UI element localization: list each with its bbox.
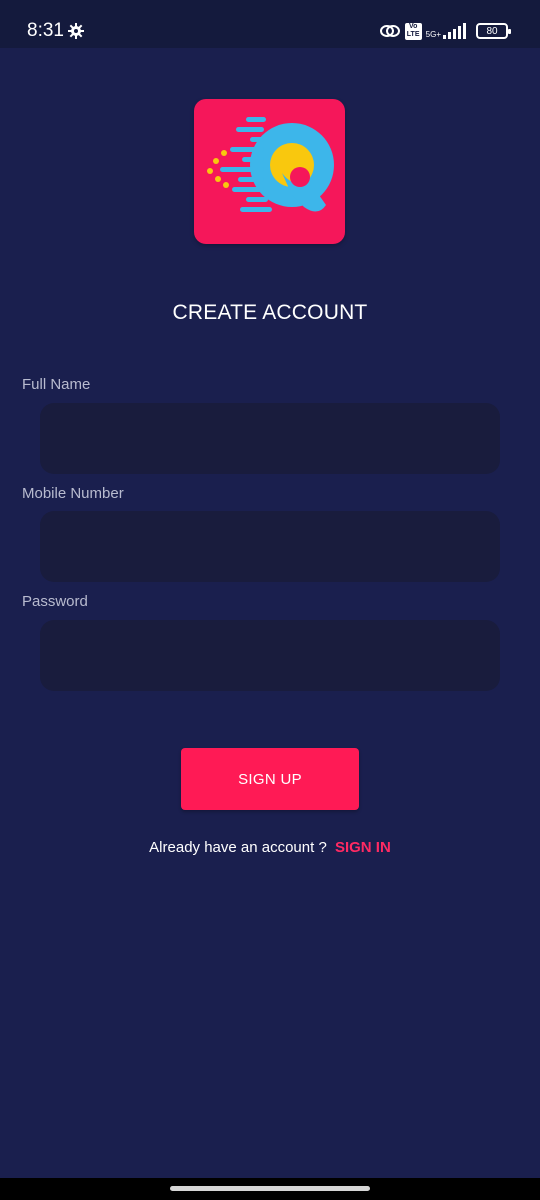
page-title: CREATE ACCOUNT	[172, 301, 368, 324]
password-input[interactable]	[40, 620, 500, 691]
battery-icon: 80	[476, 23, 511, 39]
network-type-label: 5G+	[425, 30, 441, 39]
sign-in-prompt: Already have an account ?	[149, 839, 327, 856]
app-logo	[194, 99, 345, 244]
cellular-group: 5G+	[426, 23, 466, 39]
full-name-label: Full Name	[22, 376, 91, 393]
system-nav-bar	[0, 1178, 540, 1200]
status-icons: Vo LTE 5G+ 80	[379, 20, 511, 42]
sign-up-button[interactable]: SIGN UP	[181, 748, 359, 810]
password-label: Password	[22, 593, 88, 610]
sign-in-row: Already have an account ? SIGN IN	[0, 839, 540, 856]
home-gesture-handle[interactable]	[170, 1186, 370, 1191]
status-time: 8:31	[27, 20, 64, 41]
settings-gear-icon	[68, 23, 84, 39]
status-bar: 8:31 Vo LTE 5G+ 80	[0, 0, 540, 48]
mobile-number-label: Mobile Number	[22, 485, 124, 502]
volte-badge-top: Vo	[408, 23, 418, 30]
mobile-number-input[interactable]	[40, 511, 500, 582]
volte-badge-icon: Vo LTE	[404, 22, 422, 40]
app-logo-q-icon	[207, 117, 334, 212]
volte-badge-bottom: LTE	[406, 31, 420, 38]
link-icon	[379, 25, 400, 37]
sign-in-link[interactable]: SIGN IN	[335, 839, 391, 856]
battery-level: 80	[486, 25, 498, 37]
signal-strength-icon	[443, 23, 466, 39]
full-name-input[interactable]	[40, 403, 500, 474]
